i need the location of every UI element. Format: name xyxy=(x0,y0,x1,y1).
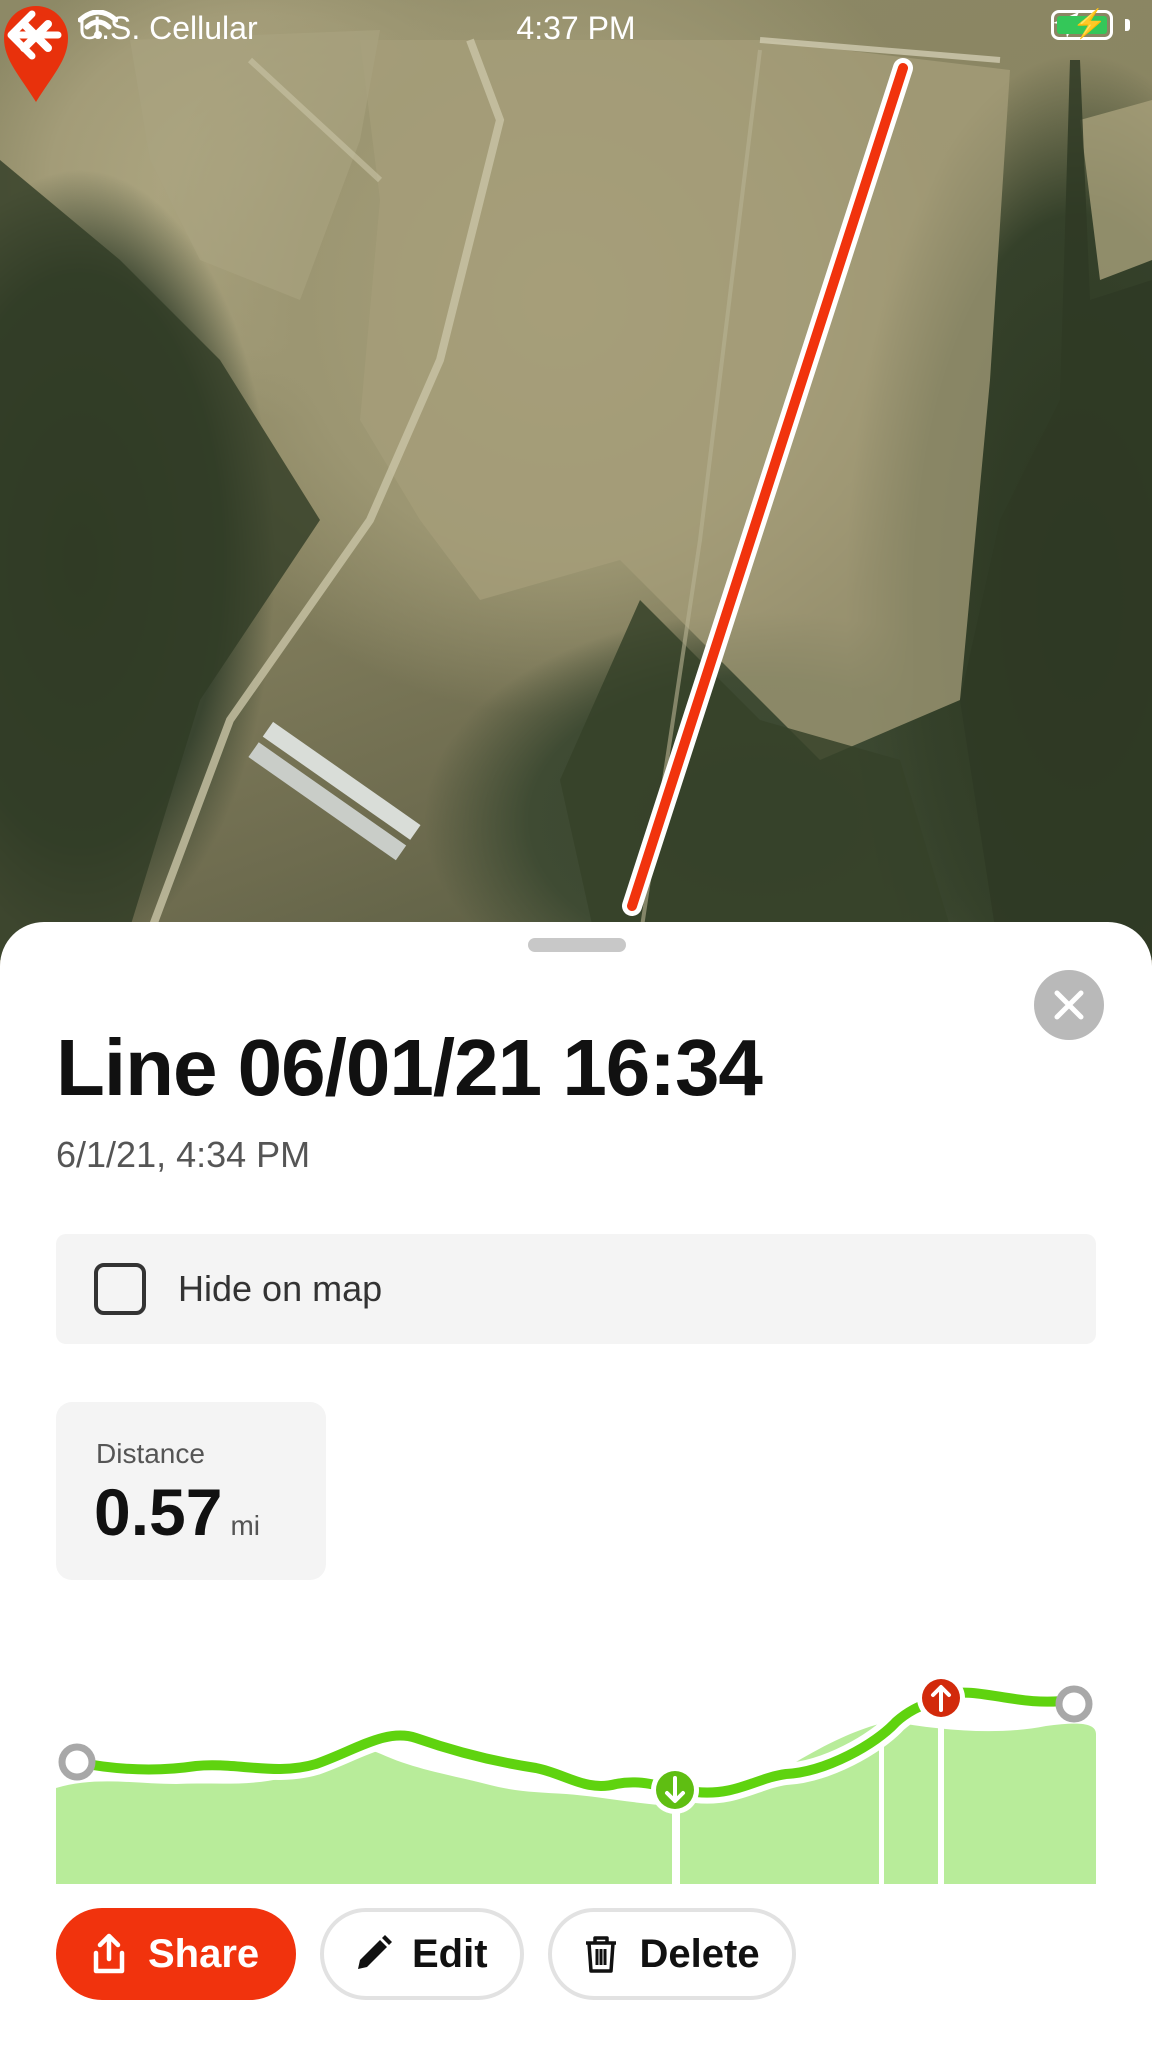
close-icon xyxy=(1054,990,1084,1020)
status-right: ⚡ xyxy=(1051,9,1130,40)
share-icon xyxy=(93,1933,125,1974)
highest-point-marker xyxy=(917,1674,965,1722)
lowest-point-marker xyxy=(651,1766,699,1814)
battery-icon: ⚡ xyxy=(1051,9,1113,40)
status-bar: U.S. Cellular 4:37 PM ⚡ xyxy=(0,0,1152,58)
line-title: Line 06/01/21 16:34 xyxy=(56,1023,763,1112)
action-bar: Share Edit Delete xyxy=(56,1908,796,2000)
distance-label: Distance xyxy=(96,1438,205,1469)
hide-on-map-label: Hide on map xyxy=(178,1268,383,1309)
share-label: Share xyxy=(148,1931,260,1976)
elevation-profile[interactable] xyxy=(56,1644,1096,1884)
clock: 4:37 PM xyxy=(516,10,636,46)
line-timestamp: 6/1/21, 4:34 PM xyxy=(56,1134,311,1175)
hide-on-map-checkbox[interactable] xyxy=(94,1263,146,1315)
delete-label: Delete xyxy=(639,1931,760,1976)
elevation-fill-end xyxy=(884,1720,1096,1884)
share-button[interactable]: Share xyxy=(56,1908,296,2000)
end-point-marker xyxy=(1055,1685,1093,1723)
edit-button[interactable]: Edit xyxy=(320,1908,524,2000)
sheet-grabber[interactable] xyxy=(528,938,626,952)
trash-icon xyxy=(585,1936,616,1973)
battery-cap xyxy=(1125,19,1130,31)
edit-label: Edit xyxy=(412,1931,488,1976)
distance-value: 0.57 xyxy=(94,1475,223,1549)
satellite-imagery xyxy=(0,30,1152,960)
pencil-icon xyxy=(358,1935,392,1969)
distance-card: Distance 0.57 mi xyxy=(56,1402,326,1580)
hide-on-map-row[interactable]: Hide on map xyxy=(56,1234,1096,1344)
back-arrow-icon[interactable] xyxy=(0,0,70,70)
close-button[interactable] xyxy=(1034,970,1104,1040)
map-view[interactable]: U.S. Cellular 4:37 PM ⚡ xyxy=(0,0,1152,960)
detail-sheet: Line 06/01/21 16:34 6/1/21, 4:34 PM Hide… xyxy=(0,922,1152,2048)
distance-value-group: 0.57 mi xyxy=(94,1474,260,1550)
start-point-marker xyxy=(58,1743,96,1781)
delete-button[interactable]: Delete xyxy=(547,1908,796,2000)
distance-unit: mi xyxy=(230,1510,261,1541)
